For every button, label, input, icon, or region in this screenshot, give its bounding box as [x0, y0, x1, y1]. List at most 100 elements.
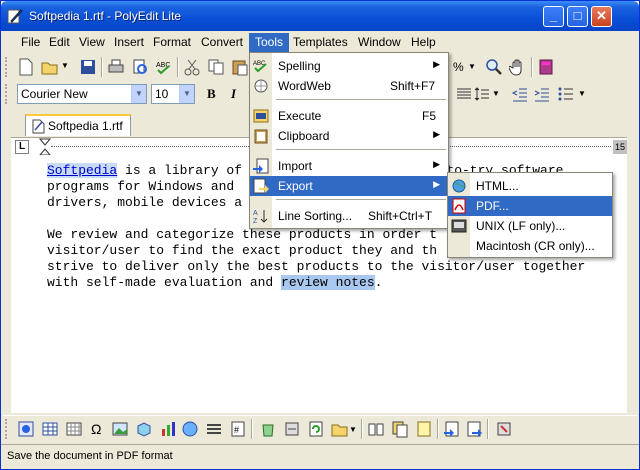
- softpedia-link[interactable]: Softpedia: [47, 163, 118, 178]
- bullet-list-arrow-icon[interactable]: ▼: [578, 89, 586, 98]
- menu-item-wordweb[interactable]: WordWeb Shift+F7: [250, 76, 448, 96]
- omega-symbol-icon[interactable]: Ω: [91, 421, 101, 437]
- tools-icon[interactable]: [495, 420, 513, 438]
- toolbar-separator: [251, 419, 253, 439]
- spelling-icon: ABC: [253, 61, 267, 73]
- menu-item-export[interactable]: Export ▶: [250, 176, 448, 196]
- book-icon[interactable]: [537, 58, 555, 76]
- open-folder-icon[interactable]: [41, 58, 59, 76]
- properties-icon[interactable]: [283, 420, 301, 438]
- menu-help[interactable]: Help: [405, 33, 442, 52]
- menu-view[interactable]: View: [73, 33, 111, 52]
- line-spacing-arrow-icon[interactable]: ▼: [492, 89, 500, 98]
- print-preview-icon[interactable]: [131, 58, 149, 76]
- chevron-down-icon[interactable]: ▼: [179, 85, 194, 103]
- bold-icon[interactable]: B: [207, 86, 216, 102]
- toolbar-grip[interactable]: [5, 57, 8, 77]
- note-icon[interactable]: [415, 420, 433, 438]
- menu-format[interactable]: Format: [147, 33, 197, 52]
- save-icon[interactable]: [79, 58, 97, 76]
- insert-table-icon[interactable]: [41, 420, 59, 438]
- print-icon[interactable]: [107, 58, 125, 76]
- export-doc-icon[interactable]: [465, 420, 483, 438]
- menu-item-spelling[interactable]: ABC Spelling ▶: [250, 56, 448, 76]
- menu-item-macintosh[interactable]: Macintosh (CR only)...: [448, 236, 612, 256]
- menu-window[interactable]: Window: [352, 33, 407, 52]
- menu-separator: [276, 199, 446, 200]
- align-justify-icon[interactable]: [455, 85, 473, 103]
- indent-marker-icon[interactable]: [39, 138, 51, 156]
- font-size-select[interactable]: 10 ▼: [151, 84, 195, 104]
- menu-item-clipboard[interactable]: Clipboard ▶: [250, 126, 448, 146]
- toolbar-separator: [177, 57, 179, 77]
- insert-chart-icon[interactable]: [159, 420, 177, 438]
- open-dropdown-arrow-icon[interactable]: ▼: [61, 61, 69, 70]
- documents-icon[interactable]: [391, 420, 409, 438]
- italic-icon[interactable]: I: [231, 86, 236, 102]
- font-name-select[interactable]: Courier New ▼: [17, 84, 147, 104]
- menu-item-import[interactable]: Import ▶: [250, 156, 448, 176]
- line-spacing-icon[interactable]: [473, 85, 491, 103]
- menu-item-html[interactable]: HTML...: [448, 176, 612, 196]
- menu-insert[interactable]: Insert: [108, 33, 150, 52]
- insert-3d-icon[interactable]: [135, 420, 153, 438]
- unix-icon: [451, 219, 467, 233]
- menu-item-execute[interactable]: Execute F5: [250, 106, 448, 126]
- right-margin-marker[interactable]: 15: [613, 140, 627, 154]
- menu-convert[interactable]: Convert: [195, 33, 249, 52]
- zoom-icon[interactable]: [485, 58, 503, 76]
- import-doc-icon[interactable]: [443, 420, 461, 438]
- sort-icon: AZ: [253, 210, 268, 224]
- toolbar-grip[interactable]: [5, 84, 8, 104]
- insert-object-icon[interactable]: [17, 420, 35, 438]
- minimize-button[interactable]: _: [543, 6, 564, 27]
- menu-item-label: Spelling: [278, 59, 321, 73]
- menu-separator: [276, 149, 446, 150]
- maximize-button[interactable]: □: [567, 6, 588, 27]
- tab-stop-selector[interactable]: L: [15, 140, 29, 154]
- menu-edit[interactable]: Edit: [43, 33, 76, 52]
- close-button[interactable]: ✕: [591, 6, 612, 27]
- copy-icon[interactable]: [207, 58, 225, 76]
- menu-templates[interactable]: Templates: [287, 33, 354, 52]
- text-line: strive to deliver only the best products…: [47, 259, 586, 274]
- trash-icon[interactable]: [259, 420, 277, 438]
- book-open-icon[interactable]: [367, 420, 385, 438]
- cut-icon[interactable]: [183, 58, 201, 76]
- insert-page-number-icon[interactable]: #: [229, 420, 247, 438]
- insert-grid-icon[interactable]: [65, 420, 83, 438]
- pdf-icon: [452, 198, 466, 214]
- menu-item-unix[interactable]: UNIX (LF only)...: [448, 216, 612, 236]
- folder-dropdown-arrow-icon[interactable]: ▼: [349, 425, 357, 434]
- menu-item-shortcut: Shift+Ctrl+T: [368, 209, 433, 223]
- tab-softpedia-rtf[interactable]: Softpedia 1.rtf: [25, 114, 131, 136]
- toolbar-separator: [437, 419, 439, 439]
- menu-item-shortcut: F5: [422, 109, 437, 123]
- outdent-icon[interactable]: [511, 85, 529, 103]
- chevron-down-icon[interactable]: ▼: [131, 85, 146, 103]
- zoom-dropdown-arrow-icon[interactable]: ▼: [468, 62, 476, 71]
- menu-file[interactable]: File: [15, 33, 46, 52]
- insert-link-icon[interactable]: [181, 420, 199, 438]
- refresh-icon[interactable]: [307, 420, 325, 438]
- menu-item-pdf[interactable]: PDF...: [448, 196, 612, 216]
- open-folder-icon[interactable]: [331, 420, 349, 438]
- globe-icon: [452, 179, 466, 193]
- insert-toolbar: Ω # ▼: [3, 415, 637, 443]
- zoom-percent-label: %: [453, 60, 464, 74]
- selected-text[interactable]: review notes: [281, 275, 375, 290]
- spell-check-icon[interactable]: ABC: [155, 58, 173, 76]
- menu-item-line-sorting[interactable]: AZ Line Sorting... Shift+Ctrl+T: [250, 206, 448, 226]
- insert-line-icon[interactable]: [205, 420, 223, 438]
- new-document-icon[interactable]: [17, 58, 35, 76]
- hand-pan-icon[interactable]: [509, 58, 527, 76]
- paste-icon[interactable]: [231, 58, 249, 76]
- menu-tools[interactable]: Tools: [249, 33, 290, 52]
- indent-icon[interactable]: [533, 85, 551, 103]
- title-bar[interactable]: Softpedia 1.rtf - PolyEdit Lite _ □ ✕: [1, 1, 639, 31]
- bullet-list-icon[interactable]: [557, 85, 575, 103]
- menu-item-label: Line Sorting...: [278, 209, 353, 223]
- insert-picture-icon[interactable]: [111, 420, 129, 438]
- document-icon: [32, 119, 45, 134]
- toolbar-grip[interactable]: [5, 419, 8, 439]
